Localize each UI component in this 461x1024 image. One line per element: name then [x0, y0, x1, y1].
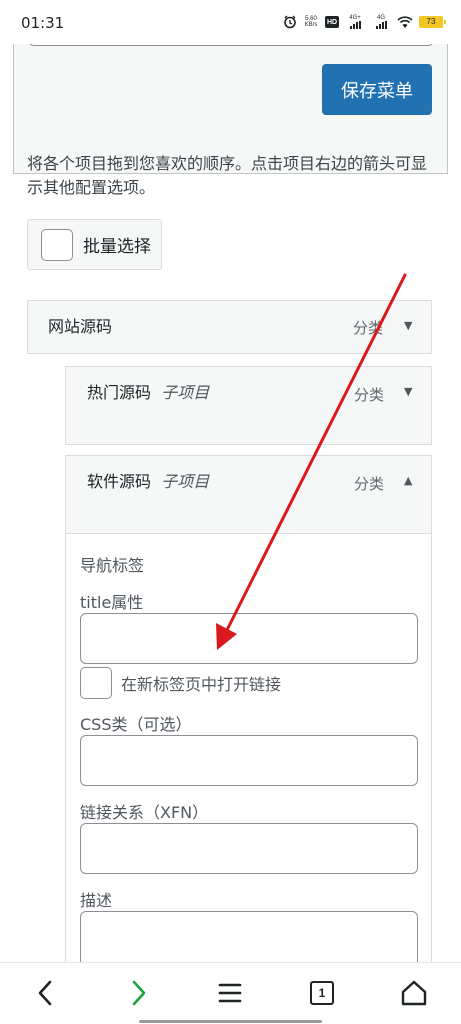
expand-arrow-icon[interactable]: ▼ [404, 319, 412, 332]
net-speed-unit: KB/s [304, 22, 318, 28]
open-new-tab-label: 在新标签页中打开链接 [121, 675, 282, 694]
menu-item-title: 网站源码 [48, 314, 112, 339]
menu-item-subitem-label: 子项目 [161, 383, 210, 402]
chevron-left-icon [38, 980, 52, 1006]
open-new-tab-checkbox[interactable] [80, 667, 112, 699]
menu-item-subitem-label: 子项目 [161, 472, 210, 491]
instructions-text: 将各个项目拖到您喜欢的顺序。点击项目右边的箭头可显示其他配置选项。 [27, 154, 428, 197]
menu-item-header[interactable]: 软件源码 子项目 分类 ▲ [66, 456, 431, 534]
link-relationship-input[interactable] [80, 823, 418, 874]
wifi-icon [397, 15, 413, 29]
menu-item-title: 热门源码 子项目 [87, 380, 217, 405]
menu-editor: 保存菜单 将各个项目拖到您喜欢的顺序。点击项目右边的箭头可显示其他配置选项。 批… [0, 44, 461, 962]
nav-label-label: 导航标签 [80, 556, 145, 575]
bulk-select-label: 批量选择 [83, 237, 151, 257]
chevron-right-icon [132, 980, 146, 1006]
signal-bars-icon [375, 21, 387, 29]
browser-bottom-nav: 1 [0, 962, 461, 1024]
hd-icon: HD [325, 16, 339, 28]
bulk-select-button[interactable]: 批量选择 [27, 219, 162, 270]
menu-item-title-text: 网站源码 [48, 317, 113, 336]
alarm-icon [283, 15, 297, 29]
signal-bars-icon [349, 21, 361, 29]
battery-icon: 73 [419, 16, 446, 28]
menu-item-software-source: 软件源码 子项目 分类 ▲ 导航标签 title属性 在新标签页中打开链接 CS… [65, 455, 432, 962]
home-icon [401, 980, 427, 1006]
menu-item-website-source[interactable]: 网站源码 分类 ▼ [27, 300, 432, 354]
menu-item-type: 分类 [354, 386, 385, 404]
forward-button[interactable] [122, 977, 154, 1009]
tab-count-badge: 1 [310, 981, 334, 1005]
link-relationship-label: 链接关系（XFN） [80, 803, 209, 822]
menu-item-type: 分类 [354, 475, 385, 493]
description-textarea[interactable] [80, 911, 418, 962]
network-speed-icon: 5.60 KB/s [303, 16, 319, 28]
save-menu-button[interactable]: 保存菜单 [322, 64, 432, 115]
menu-item-hot-source[interactable]: 热门源码 子项目 分类 ▼ [65, 366, 432, 445]
signal-4g-plus-icon: 4G+ [345, 15, 365, 29]
css-classes-label: CSS类（可选） [80, 715, 192, 734]
menu-name-input[interactable] [28, 44, 434, 46]
collapse-arrow-icon[interactable]: ▲ [404, 474, 412, 487]
tabs-button[interactable]: 1 [306, 977, 338, 1009]
status-bar: 01:31 5.60 KB/s HD 4G+ 4G 73 [0, 0, 461, 44]
menu-item-title-text: 热门源码 [87, 383, 152, 402]
open-new-tab-option[interactable]: 在新标签页中打开链接 [80, 667, 281, 699]
status-time: 01:31 [21, 14, 65, 32]
title-attribute-input[interactable] [80, 613, 418, 664]
description-label: 描述 [80, 891, 113, 910]
status-icons: 5.60 KB/s HD 4G+ 4G 73 [283, 14, 446, 30]
bulk-select-checkbox[interactable] [41, 228, 73, 261]
menu-item-title-text: 软件源码 [87, 472, 152, 491]
title-attribute-label: title属性 [80, 593, 144, 612]
menu-button[interactable] [214, 977, 246, 1009]
back-button[interactable] [30, 977, 62, 1009]
signal-4g-icon: 4G [371, 15, 391, 29]
expand-arrow-icon[interactable]: ▼ [404, 385, 412, 398]
hamburger-menu-icon [218, 983, 242, 1003]
menu-item-title: 软件源码 子项目 [87, 469, 217, 494]
css-classes-input[interactable] [80, 735, 418, 786]
home-button[interactable] [398, 977, 430, 1009]
gesture-bar [139, 1020, 322, 1023]
menu-item-type: 分类 [353, 319, 384, 337]
